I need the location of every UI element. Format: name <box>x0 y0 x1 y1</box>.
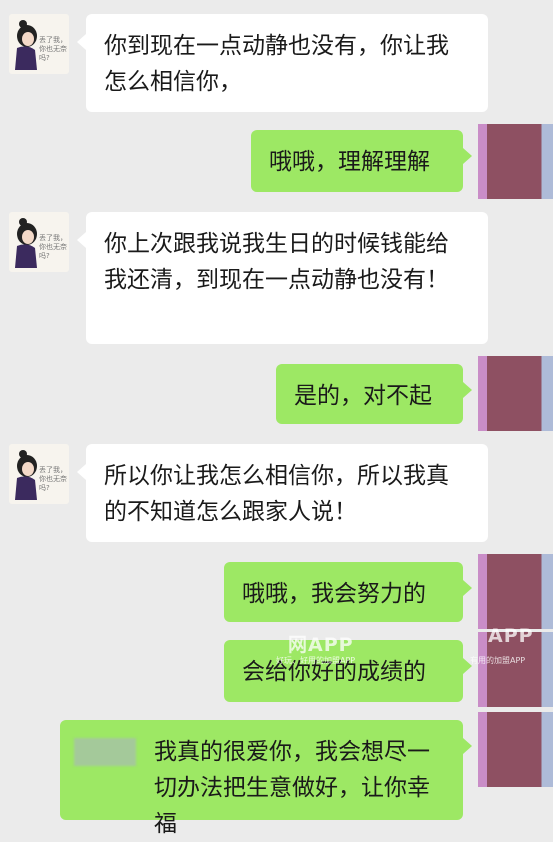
message-bubble[interactable]: 所以你让我怎么相信你，所以我真的不知道怎么跟家人说！ <box>77 444 488 542</box>
watermark-logo: 网APP <box>288 634 354 656</box>
user-avatar[interactable] <box>478 124 553 199</box>
watermark-subtext: 有用的加盟APP <box>470 656 526 665</box>
watermark-logo: APP <box>488 625 534 647</box>
user-avatar[interactable] <box>478 554 553 629</box>
message-bubble[interactable]: 你上次跟我说我生日的时候钱能给我还清，到现在一点动静也没有！ <box>77 212 488 344</box>
message-bubble[interactable]: 我真的很爱你，我会想尽一切办法把生意做好，让你幸福 <box>60 720 472 837</box>
message-bubble[interactable]: 哦哦，我会努力的 <box>224 562 472 622</box>
contact-avatar[interactable]: 丢了我，你也无奈吗? <box>9 212 69 272</box>
blurred-region <box>74 738 136 766</box>
contact-avatar[interactable]: 丢了我，你也无奈吗? <box>9 14 69 74</box>
user-avatar[interactable] <box>478 712 553 787</box>
contact-avatar[interactable]: 丢了我，你也无奈吗? <box>9 444 69 504</box>
avatar-caption: 丢了我，你也无奈吗? <box>39 36 67 62</box>
message-bubble[interactable]: 是的，对不起 <box>276 364 472 424</box>
avatar-caption: 丢了我，你也无奈吗? <box>39 466 67 492</box>
message-bubble[interactable]: 哦哦，理解理解 <box>251 130 472 192</box>
message-bubble[interactable]: 你到现在一点动静也没有，你让我怎么相信你， <box>77 14 488 112</box>
message-text: 我真的很爱你，我会想尽一切办法把生意做好，让你幸福 <box>154 739 430 837</box>
user-avatar[interactable] <box>478 356 553 431</box>
avatar-caption: 丢了我，你也无奈吗? <box>39 234 67 260</box>
watermark-subtext: 好玩、好用的加盟APP <box>276 656 356 665</box>
